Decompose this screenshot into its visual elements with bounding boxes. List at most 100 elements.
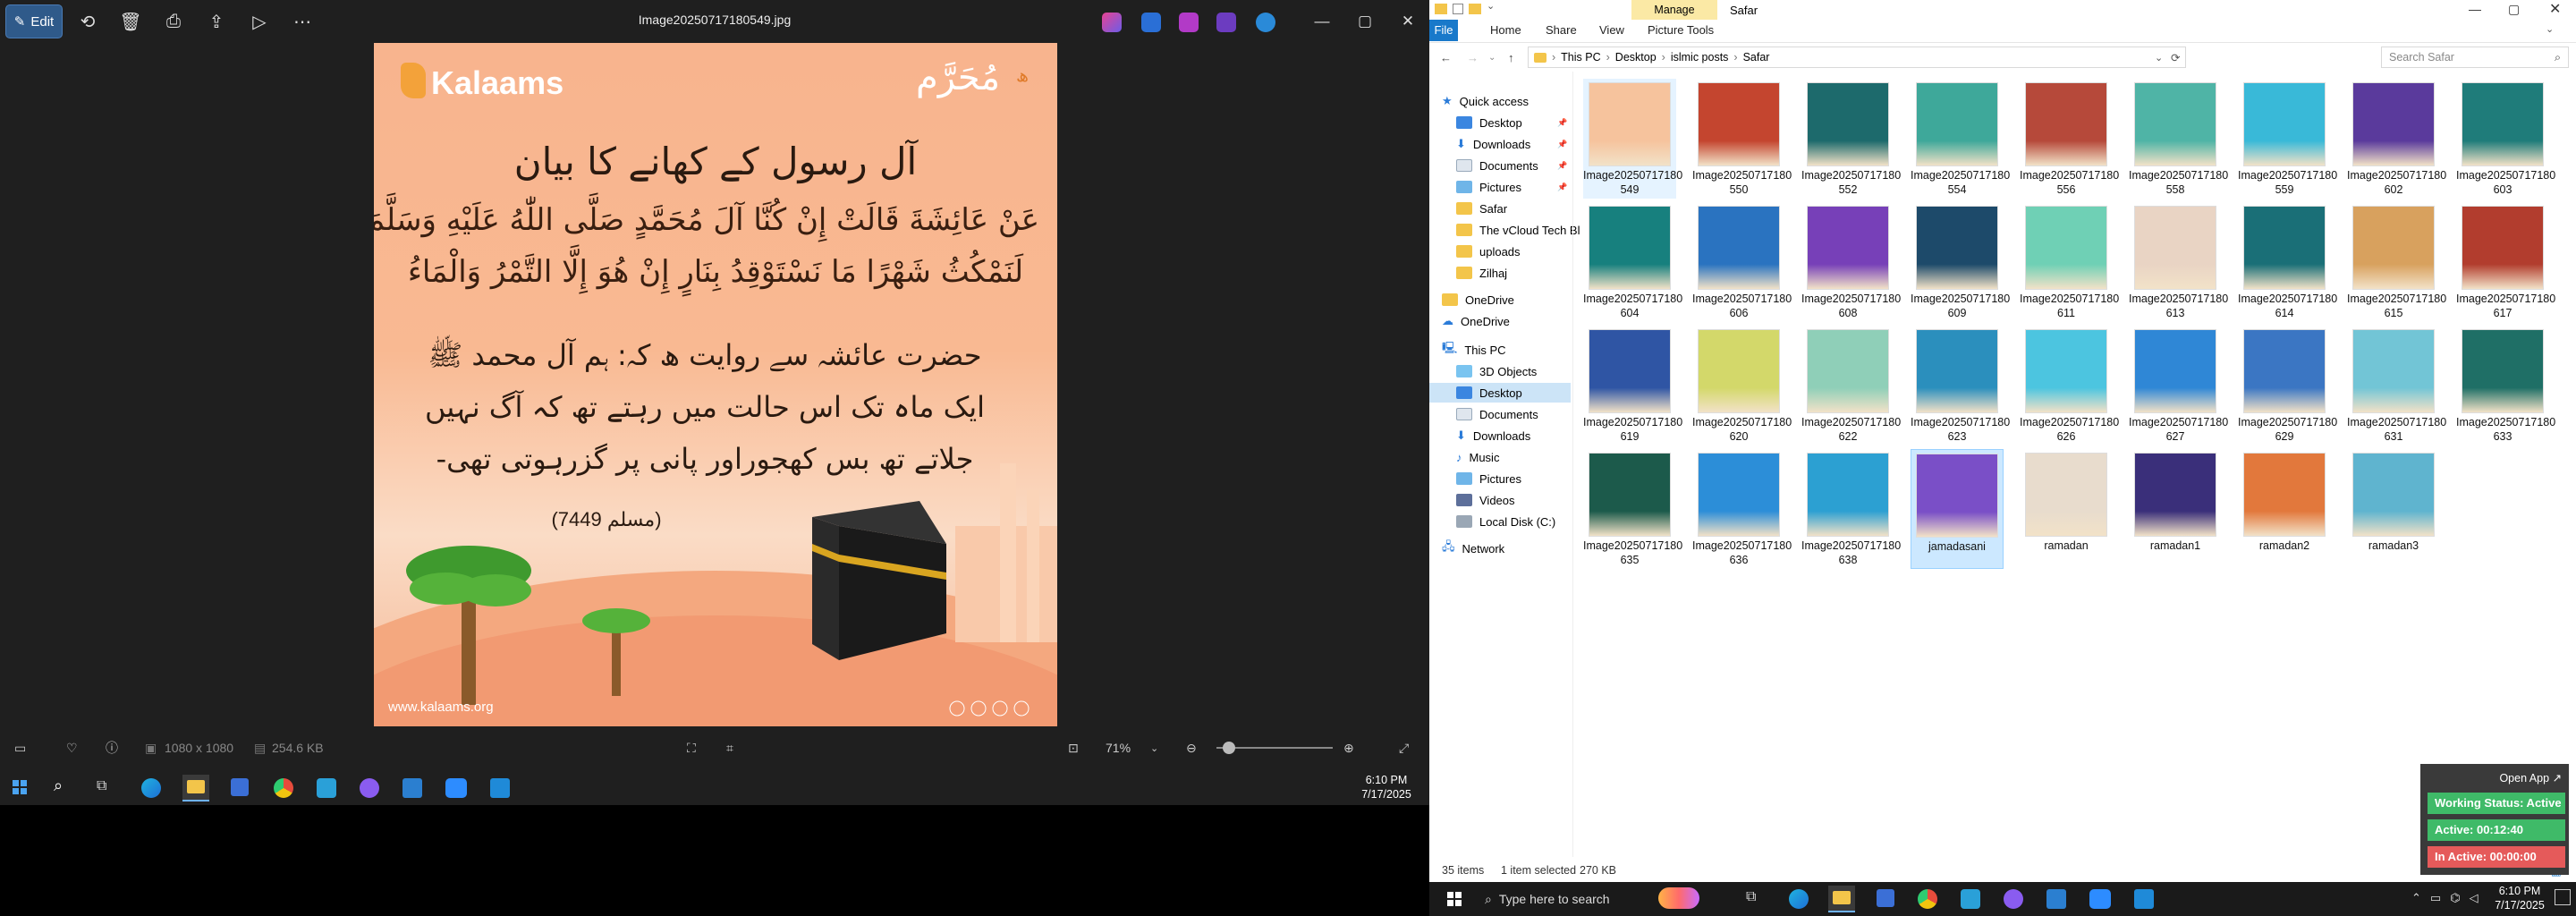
file-explorer-active[interactable] <box>1828 886 1855 912</box>
clipchamp-icon[interactable] <box>1216 13 1236 32</box>
notifications-icon[interactable] <box>2555 889 2571 905</box>
file-item[interactable]: Image20250717180 603 <box>2456 79 2555 199</box>
zoom-app-icon[interactable] <box>2089 889 2111 909</box>
up-icon[interactable]: ↑ <box>1508 51 1514 64</box>
tab-home[interactable]: Home <box>1490 23 1521 37</box>
store-icon[interactable] <box>1877 889 1894 907</box>
file-item[interactable]: ramadan2 <box>2238 449 2331 569</box>
tab-file[interactable]: File <box>1429 20 1458 41</box>
forward-icon[interactable]: → <box>1467 51 1479 64</box>
breadcrumb-safar[interactable]: Safar <box>1743 51 1770 64</box>
file-item[interactable]: Image20250717180 611 <box>2020 202 2119 322</box>
zoom-slider-thumb[interactable] <box>1223 742 1236 754</box>
file-item[interactable]: Image20250717180 602 <box>2347 79 2446 199</box>
file-item[interactable]: Image20250717180 550 <box>1692 79 1792 199</box>
breadcrumb-islmic-posts[interactable]: islmic posts <box>1671 51 1729 64</box>
battery-icon[interactable]: ▭ <box>2430 891 2441 905</box>
qat-dropdown-icon[interactable]: ⌄ <box>1487 0 1495 12</box>
taskbar-search-box[interactable]: ⌕ Type here to search <box>1479 886 1667 912</box>
nav-uploads[interactable]: uploads <box>1456 242 1521 261</box>
zoom-app-icon[interactable] <box>445 778 467 798</box>
visual-search-icon[interactable]: ⌗ <box>726 741 733 756</box>
new-folder-icon[interactable] <box>1469 4 1481 14</box>
crop-icon[interactable]: ⛶ <box>687 741 696 756</box>
nav-onedrive[interactable]: ☁ OneDrive <box>1442 311 1510 331</box>
file-item[interactable]: Image20250717180 554 <box>1911 79 2010 199</box>
nav-pc-local-disk[interactable]: Local Disk (C:) <box>1456 512 1555 531</box>
app-icon-1[interactable] <box>1961 889 1980 909</box>
app-icon-2[interactable] <box>490 778 510 798</box>
file-item[interactable]: Image20250717180 615 <box>2347 202 2446 322</box>
file-item[interactable]: Image20250717180 623 <box>1911 326 2010 445</box>
breadcrumb-this-pc[interactable]: This PC <box>1561 51 1600 64</box>
chrome-icon[interactable] <box>274 778 293 798</box>
start-icon[interactable] <box>13 780 27 794</box>
edge-icon[interactable] <box>1789 889 1809 909</box>
zoom-slider-track[interactable] <box>1216 742 1333 754</box>
minimize-icon[interactable]: — <box>1302 7 1342 36</box>
file-item[interactable]: Image20250717180 606 <box>1692 202 1792 322</box>
file-item[interactable]: Image20250717180 613 <box>2129 202 2228 322</box>
filmstrip-icon[interactable]: ▭ <box>14 741 26 756</box>
chevron-up-icon[interactable]: ⌃ <box>2411 891 2421 905</box>
maximize-icon[interactable]: ▢ <box>1345 7 1385 36</box>
nav-vcloud[interactable]: The vCloud Tech Bl <box>1456 220 1580 240</box>
file-item[interactable]: Image20250717180 559 <box>2238 79 2337 199</box>
file-item[interactable]: Image20250717180 627 <box>2129 326 2228 445</box>
task-view-icon[interactable]: ⧉ <box>1746 889 1756 905</box>
nav-zilhaj[interactable]: Zilhaj <box>1456 263 1507 283</box>
vscode-icon[interactable] <box>402 778 422 798</box>
file-item[interactable]: Image20250717180 604 <box>1583 202 1682 322</box>
address-dropdown-icon[interactable]: ⌄ <box>2155 52 2163 64</box>
search-icon[interactable]: ⌕ <box>2555 51 2561 64</box>
nav-onedrive-folder[interactable]: OneDrive <box>1442 290 1514 310</box>
zoom-in-icon[interactable]: ⊕ <box>1343 741 1354 756</box>
manage-contextual-tab[interactable]: Manage <box>1631 0 1717 20</box>
start-icon[interactable] <box>1447 892 1462 906</box>
file-item[interactable]: Image20250717180 631 <box>2347 326 2446 445</box>
file-item[interactable]: Image20250717180 556 <box>2020 79 2119 199</box>
image-creator-icon[interactable] <box>1141 13 1161 32</box>
nav-this-pc[interactable]: 🖳 This PC <box>1442 340 1506 360</box>
search-highlight-icon[interactable] <box>1658 887 1699 909</box>
tab-share[interactable]: Share <box>1546 23 1577 37</box>
github-desktop-icon[interactable] <box>2004 889 2023 909</box>
nav-pc-downloads[interactable]: ⬇ Downloads <box>1456 426 1530 445</box>
file-item[interactable]: Image20250717180 619 <box>1583 326 1682 445</box>
fit-to-window-icon[interactable]: ⊡ <box>1068 741 1079 756</box>
address-bar[interactable]: › This PC › Desktop › islmic posts › Saf… <box>1528 47 2186 68</box>
nav-pc-videos[interactable]: Videos <box>1456 490 1515 510</box>
vscode-icon[interactable] <box>2046 889 2066 909</box>
app-icon-1[interactable] <box>317 778 336 798</box>
file-item[interactable]: ramadan1 <box>2129 449 2222 569</box>
search-icon[interactable]: ⌕ <box>54 776 63 795</box>
github-desktop-icon[interactable] <box>360 778 379 798</box>
file-item[interactable]: Image20250717180 620 <box>1692 326 1792 445</box>
taskbar-clock[interactable]: 6:10 PM 7/17/2025 <box>1351 773 1422 802</box>
nav-network[interactable]: 🖧 Network <box>1442 539 1504 558</box>
task-view-icon[interactable]: ⧉ <box>97 778 106 794</box>
nav-pc-music[interactable]: ♪ Music <box>1456 447 1499 467</box>
properties-icon[interactable] <box>1453 4 1463 14</box>
favorite-icon[interactable]: ♡ <box>66 741 78 756</box>
file-item[interactable]: Image20250717180 633 <box>2456 326 2555 445</box>
file-item[interactable]: Image20250717180 638 <box>1801 449 1901 569</box>
file-item[interactable]: ramadan <box>2020 449 2113 569</box>
fullscreen-icon[interactable]: ⤢ <box>1399 741 1409 756</box>
breadcrumb-desktop[interactable]: Desktop <box>1615 51 1657 64</box>
nav-pc-pictures[interactable]: Pictures <box>1456 469 1521 488</box>
zoom-out-icon[interactable]: ⊖ <box>1186 741 1197 756</box>
tab-picture-tools[interactable]: Picture Tools <box>1648 23 1714 37</box>
info-icon[interactable]: ⓘ <box>106 739 118 757</box>
nav-pc-documents[interactable]: Documents <box>1456 404 1538 424</box>
file-explorer-active[interactable] <box>182 775 209 802</box>
store-icon[interactable] <box>231 778 249 796</box>
file-item[interactable]: Image20250717180 614 <box>2238 202 2337 322</box>
nav-quick-access[interactable]: ★ Quick access <box>1442 91 1529 111</box>
tab-view[interactable]: View <box>1599 23 1624 37</box>
chrome-icon[interactable] <box>1918 889 1937 909</box>
nav-3d-objects[interactable]: 3D Objects <box>1456 361 1537 381</box>
file-item[interactable]: Image20250717180 552 <box>1801 79 1901 199</box>
search-box[interactable]: Search Safar ⌕ <box>2381 47 2569 68</box>
pane-divider[interactable] <box>1572 72 1573 857</box>
